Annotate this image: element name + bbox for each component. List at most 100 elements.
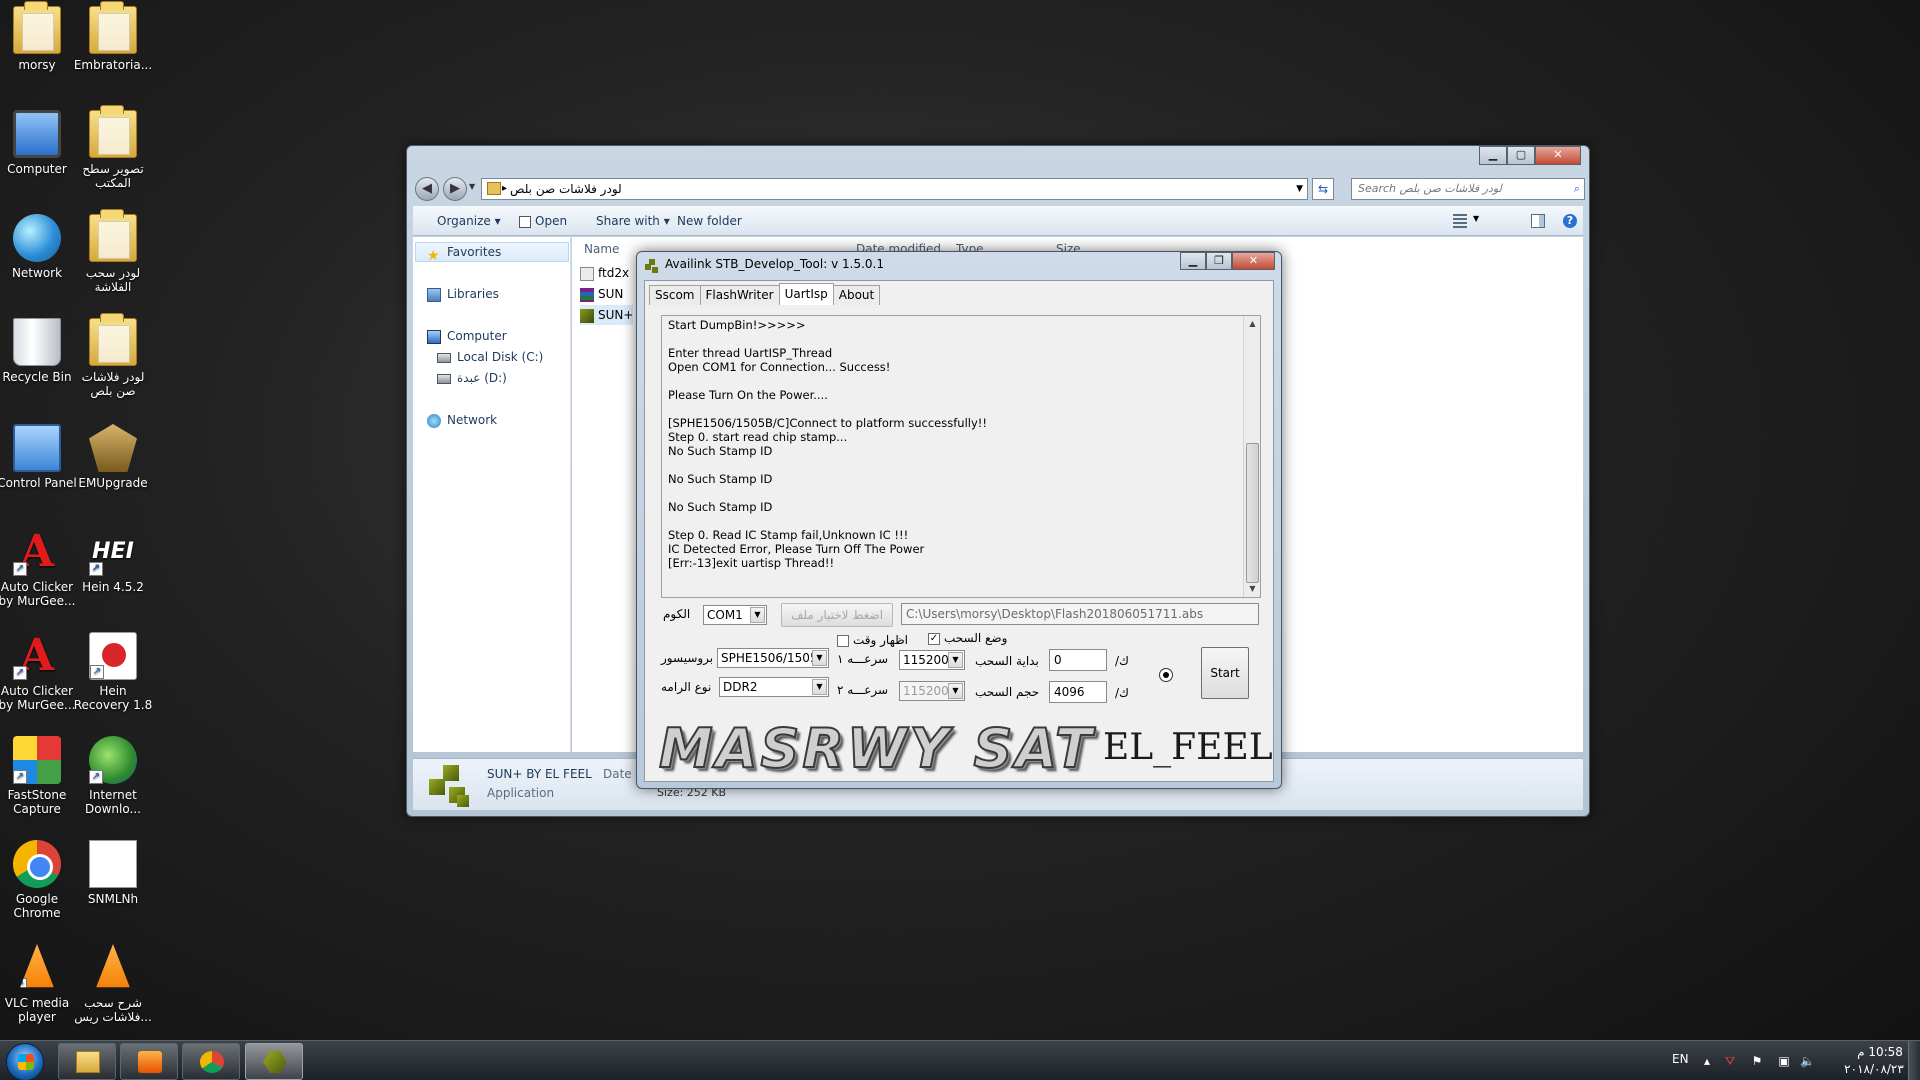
desktop-icon-chrome[interactable]: Google Chrome [0, 840, 77, 920]
folder-icon [89, 1, 137, 54]
desktop-icon-auto-clicker-2[interactable]: A ↗ Auto Clicker by MurGee... [0, 632, 77, 713]
start-button[interactable]: Start [1201, 647, 1249, 699]
taskbar-chrome[interactable] [182, 1043, 240, 1080]
column-header-name[interactable]: Name [584, 237, 619, 261]
desktop-icon-sunplus-loader[interactable]: لودر فلاشات صن بلص [73, 313, 153, 398]
com-port-select[interactable]: COM1 ▼ [703, 605, 767, 625]
desktop-icon-flash-loader[interactable]: لودر سحب الفلاشة [73, 209, 153, 294]
speed1-select[interactable]: 115200 ▼ [899, 650, 965, 670]
desktop-icon-computer[interactable]: Computer [0, 110, 77, 176]
desktop-icon-label: Network [11, 266, 63, 280]
address-dropdown-icon[interactable]: ▼ [1296, 179, 1303, 199]
file-name: SUN [598, 287, 624, 301]
desktop-icon-morsy[interactable]: morsy [0, 1, 77, 72]
tab-strip: Sscom FlashWriter UartIsp About [649, 283, 881, 305]
desktop-icon-snmlnh[interactable]: SNMLNh [73, 840, 153, 906]
close-button[interactable]: ✕ [1232, 252, 1275, 270]
show-hidden-icons-icon[interactable]: ▴ [1700, 1054, 1714, 1068]
pull-mode-checkbox[interactable]: ✓ [928, 633, 940, 645]
tab-about[interactable]: About [832, 285, 881, 305]
share-with-menu[interactable]: Share with ▾ [596, 206, 670, 236]
desktop-icon-faststone[interactable]: ↗ FastStone Capture [0, 736, 77, 816]
dump-size-input[interactable]: 4096 [1049, 681, 1107, 703]
maximize-button[interactable]: ▢ [1507, 146, 1535, 165]
log-output[interactable]: Start DumpBin!>>>>> Enter thread UartISP… [661, 315, 1261, 598]
taskbar-availink-tool[interactable] [245, 1043, 303, 1080]
preview-pane-icon[interactable] [1531, 214, 1545, 228]
minimize-button[interactable]: ▁ [1180, 252, 1206, 270]
close-button[interactable]: ✕ [1535, 146, 1581, 165]
nav-item-network[interactable]: Network [427, 410, 497, 430]
navigation-pane: ★ Favorites Libraries Computer Local Disk… [413, 237, 571, 752]
log-scrollbar[interactable]: ▲ ▼ [1243, 316, 1260, 597]
new-folder-button[interactable]: New folder [677, 206, 742, 236]
help-icon[interactable]: ? [1563, 214, 1577, 228]
clock-date[interactable]: ٢٠١٨/٠٨/٢٣ [1834, 1062, 1914, 1076]
scroll-up-icon[interactable]: ▲ [1244, 316, 1261, 332]
start-button[interactable] [6, 1043, 44, 1080]
desktop-icon-vlc[interactable]: ↗ VLC media player [0, 944, 77, 1024]
language-indicator[interactable]: EN [1672, 1052, 1689, 1066]
status-radio[interactable] [1159, 668, 1173, 682]
forward-button[interactable]: ▶ [443, 177, 467, 201]
nav-item-libraries[interactable]: Libraries [427, 284, 499, 304]
speed2-select[interactable]: 115200 ▼ [899, 681, 965, 701]
minimize-button[interactable]: ▁ [1479, 146, 1507, 165]
processor-select[interactable]: SPHE1506/1505 ▼ [717, 648, 829, 668]
choose-file-button[interactable]: اضغط لاختيار ملف [781, 603, 893, 627]
desktop-icon-hein[interactable]: HEI ↗ Hein 4.5.2 [73, 528, 153, 594]
idm-icon: ↗ [89, 736, 137, 784]
drive-icon [437, 373, 451, 384]
new-folder-label: New folder [677, 214, 742, 228]
sun-app-icon [429, 765, 473, 809]
tray-app-icon[interactable]: ⛛ [1723, 1054, 1737, 1068]
desktop-icon-idm[interactable]: ↗ Internet Downlo... [73, 736, 153, 816]
desktop-icon-control-panel[interactable]: Control Panel [0, 424, 77, 490]
clock-time[interactable]: 10:58 م [1846, 1045, 1914, 1059]
search-input[interactable]: Search لودر فلاشات صن بلص ⌕ [1351, 178, 1585, 200]
start-address-input[interactable]: 0 [1049, 649, 1107, 671]
desktop-icon-emupgrade[interactable]: EMUpgrade [73, 424, 153, 490]
restore-button[interactable]: ❐ [1206, 252, 1232, 270]
volume-icon[interactable]: 🔈 [1800, 1054, 1815, 1068]
action-center-flag-icon[interactable]: ⚑ [1750, 1054, 1764, 1068]
desktop-icon-embratoria[interactable]: Embratoria... [73, 1, 153, 72]
desktop-icon-desktop-capture[interactable]: تصوير سطح المكتب [73, 105, 153, 190]
scroll-down-icon[interactable]: ▼ [1244, 581, 1261, 597]
tab-uartisp[interactable]: UartIsp [778, 283, 834, 305]
memory-type-select[interactable]: DDR2 ▼ [719, 677, 829, 697]
back-button[interactable]: ◀ [415, 177, 439, 201]
view-options-chevron-icon[interactable]: ▼ [1473, 214, 1479, 223]
nav-item-local-disk[interactable]: Local Disk (C:) [437, 347, 543, 367]
nav-item-label: عبدة (D:) [457, 371, 507, 385]
nav-item-computer[interactable]: Computer [427, 326, 507, 346]
refresh-button[interactable]: ⇆ [1312, 178, 1334, 200]
file-row-selected[interactable]: SUN+ [580, 305, 634, 325]
change-view-icon[interactable] [1453, 214, 1467, 228]
show-time-checkbox[interactable] [837, 635, 849, 647]
desktop-icon-auto-clicker[interactable]: A ↗ Auto Clicker by MurGee... [0, 528, 77, 609]
tab-flashwriter[interactable]: FlashWriter [699, 285, 780, 305]
scroll-thumb[interactable] [1246, 443, 1259, 583]
address-bar[interactable]: ▸ لودر فلاشات صن بلص ▼ [481, 178, 1308, 200]
desktop-icon-recycle-bin[interactable]: Recycle Bin [0, 318, 77, 384]
file-row[interactable]: SUN [580, 284, 623, 304]
taskbar-explorer[interactable] [58, 1043, 116, 1080]
desktop-icon-network[interactable]: Network [0, 214, 77, 280]
network-tray-icon[interactable]: ▣ [1777, 1054, 1791, 1068]
organize-menu[interactable]: Organize ▾ [437, 206, 501, 236]
recent-pages-chevron-icon[interactable]: ▼ [469, 182, 475, 191]
show-desktop-button[interactable] [1908, 1041, 1920, 1080]
desktop-icon-hein-recovery[interactable]: ↗ Hein Recovery 1.8 [73, 632, 153, 712]
nav-item-favorites[interactable]: ★ Favorites [427, 242, 501, 264]
file-path-field[interactable]: C:\Users\morsy\Desktop\Flash201806051711… [901, 603, 1259, 625]
taskbar-media-player[interactable] [120, 1043, 178, 1080]
open-button[interactable]: Open [519, 206, 567, 236]
breadcrumb-chevron-icon[interactable]: ▸ [502, 179, 507, 199]
search-placeholder: Search لودر فلاشات صن بلص [1358, 182, 1502, 195]
file-row[interactable]: ftd2x [580, 263, 629, 283]
tab-sscom[interactable]: Sscom [649, 285, 701, 305]
nav-item-drive-d[interactable]: عبدة (D:) [437, 368, 507, 388]
desktop-icon-flash-tutorial[interactable]: شرح سحب فلاشات ريس... [73, 944, 153, 1024]
rar-file-icon [580, 287, 594, 302]
